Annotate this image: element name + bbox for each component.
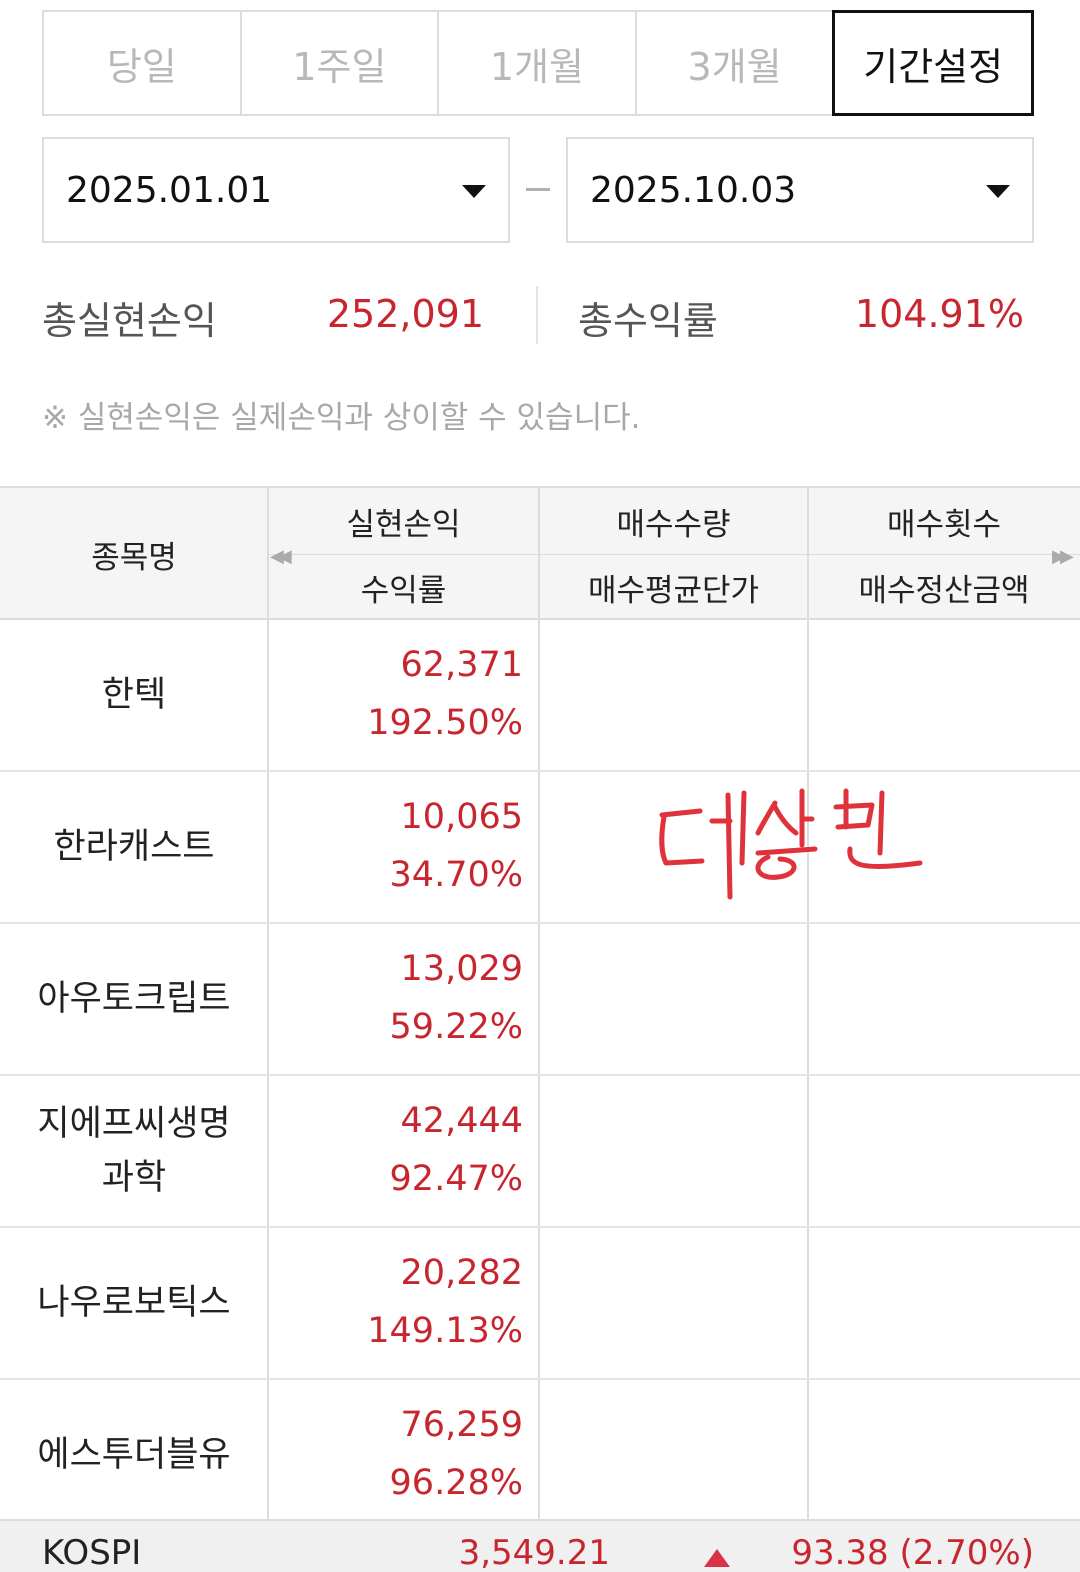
realized-pl: 42,444 [400,1101,523,1142]
column-divider [538,924,540,1074]
summary-divider [536,286,538,344]
column-divider [538,1228,540,1378]
period-tabs: 당일 1주일 1개월 3개월 기간설정 [42,10,1034,116]
return-rate: 192.50% [367,703,523,743]
tab-1week[interactable]: 1주일 [242,12,440,114]
scroll-right-icon[interactable]: ▶▶ [1052,546,1074,567]
kospi-value: 3,549.21 [458,1533,610,1572]
start-date-select[interactable]: 2025.01.01 [42,137,510,243]
header-avg-buy-price: 매수평균단가 [587,572,760,609]
header-buy-settlement: 매수정산금액 [858,572,1030,609]
realized-pl: 13,029 [400,949,523,990]
end-date-select[interactable]: 2025.10.03 [566,137,1034,243]
total-return-value: 104.91% [854,292,1024,336]
column-divider [807,1228,809,1378]
return-rate: 34.70% [389,855,523,895]
stock-name: 에스투더블유 [0,1380,268,1530]
realized-pl: 10,065 [400,797,523,838]
return-rate: 149.13% [367,1311,523,1351]
stock-name-text: 한텍 [101,674,167,715]
column-divider [538,620,540,770]
header-divider [268,554,1080,555]
column-divider [267,772,269,922]
table-row[interactable]: 지에프씨생명 과학 42,444 92.47% [0,1076,1080,1228]
date-range-separator [526,188,550,191]
realized-pl: 62,371 [400,645,523,686]
column-divider [807,1380,809,1530]
column-divider [807,924,809,1074]
return-rate: 59.22% [389,1007,523,1047]
stock-name: 지에프씨생명 과학 [0,1076,268,1226]
stock-name-text: 지에프씨생명 과학 [37,1103,231,1198]
stock-name-text: 에스투더블유 [37,1434,231,1475]
total-realized-pl-label: 총실현손익 [42,299,217,343]
kospi-ticker[interactable]: KOSPI 3,549.21 93.38 (2.70%) [0,1519,1080,1572]
realized-pl: 76,259 [400,1405,523,1446]
pl-cell: 62,371 192.50% [268,620,539,770]
column-divider [807,488,809,620]
table-header: 종목명 실현손익 수익률 매수수량 매수평균단가 매수횟수 매수정산금액 ◀◀ … [0,486,1080,620]
tab-1month[interactable]: 1개월 [439,12,637,114]
notice-text: ※ 실현손익은 실제손익과 상이할 수 있습니다. [42,400,641,436]
table-row[interactable]: 에스투더블유 76,259 96.28% [0,1380,1080,1532]
chevron-down-icon [986,185,1010,198]
pl-cell: 10,065 34.70% [268,772,539,922]
holdings-table: 종목명 실현손익 수익률 매수수량 매수평균단가 매수횟수 매수정산금액 ◀◀ … [0,486,1080,1532]
header-stock-name: 종목명 [91,539,177,576]
column-divider [267,1380,269,1530]
column-divider [267,924,269,1074]
column-divider [538,1380,540,1530]
total-return-label: 총수익률 [578,299,718,343]
handwritten-signature [659,788,923,900]
header-buy-count: 매수횟수 [886,506,1002,543]
tab-3months[interactable]: 3개월 [637,12,835,114]
chevron-down-icon [462,185,486,198]
tab-today[interactable]: 당일 [44,12,242,114]
stock-name-text: 한라캐스트 [53,826,215,867]
column-divider [267,1076,269,1226]
table-row[interactable]: 아우토크립트 13,029 59.22% [0,924,1080,1076]
column-divider [538,772,540,922]
pl-cell: 42,444 92.47% [268,1076,539,1226]
column-divider [267,620,269,770]
stock-name: 한라캐스트 [0,772,268,922]
table-body: 한텍 62,371 192.50% 한라캐스트 10,065 34.70% 아우토크립트 13… [0,620,1080,1532]
table-row[interactable]: 한텍 62,371 192.50% [0,620,1080,772]
header-return-rate: 수익률 [360,572,447,609]
scroll-left-icon[interactable]: ◀◀ [270,546,292,567]
kospi-label: KOSPI [42,1533,142,1572]
pl-cell: 76,259 96.28% [268,1380,539,1530]
tab-custom-period[interactable]: 기간설정 [832,10,1034,116]
up-triangle-icon [704,1549,730,1567]
pl-cell: 20,282 149.13% [268,1228,539,1378]
kospi-change: 93.38 (2.70%) [791,1533,1034,1572]
stock-name: 나우로보틱스 [0,1228,268,1378]
start-date-value: 2025.01.01 [66,169,273,211]
stock-name: 아우토크립트 [0,924,268,1074]
pl-cell: 13,029 59.22% [268,924,539,1074]
column-divider [267,488,269,620]
table-row[interactable]: 나우로보틱스 20,282 149.13% [0,1228,1080,1380]
realized-pl: 20,282 [400,1253,523,1294]
stock-name: 한텍 [0,620,268,770]
column-divider [538,488,540,620]
end-date-value: 2025.10.03 [590,169,797,211]
return-rate: 96.28% [389,1463,523,1503]
column-divider [807,620,809,770]
column-divider [538,1076,540,1226]
column-divider [267,1228,269,1378]
header-buy-quantity: 매수수량 [616,506,731,543]
return-rate: 92.47% [389,1159,523,1199]
total-realized-pl-value: 252,091 [326,292,484,336]
column-divider [807,1076,809,1226]
stock-name-text: 나우로보틱스 [37,1282,231,1323]
stock-name-text: 아우토크립트 [37,978,231,1019]
header-realized-pl: 실현손익 [346,506,461,543]
